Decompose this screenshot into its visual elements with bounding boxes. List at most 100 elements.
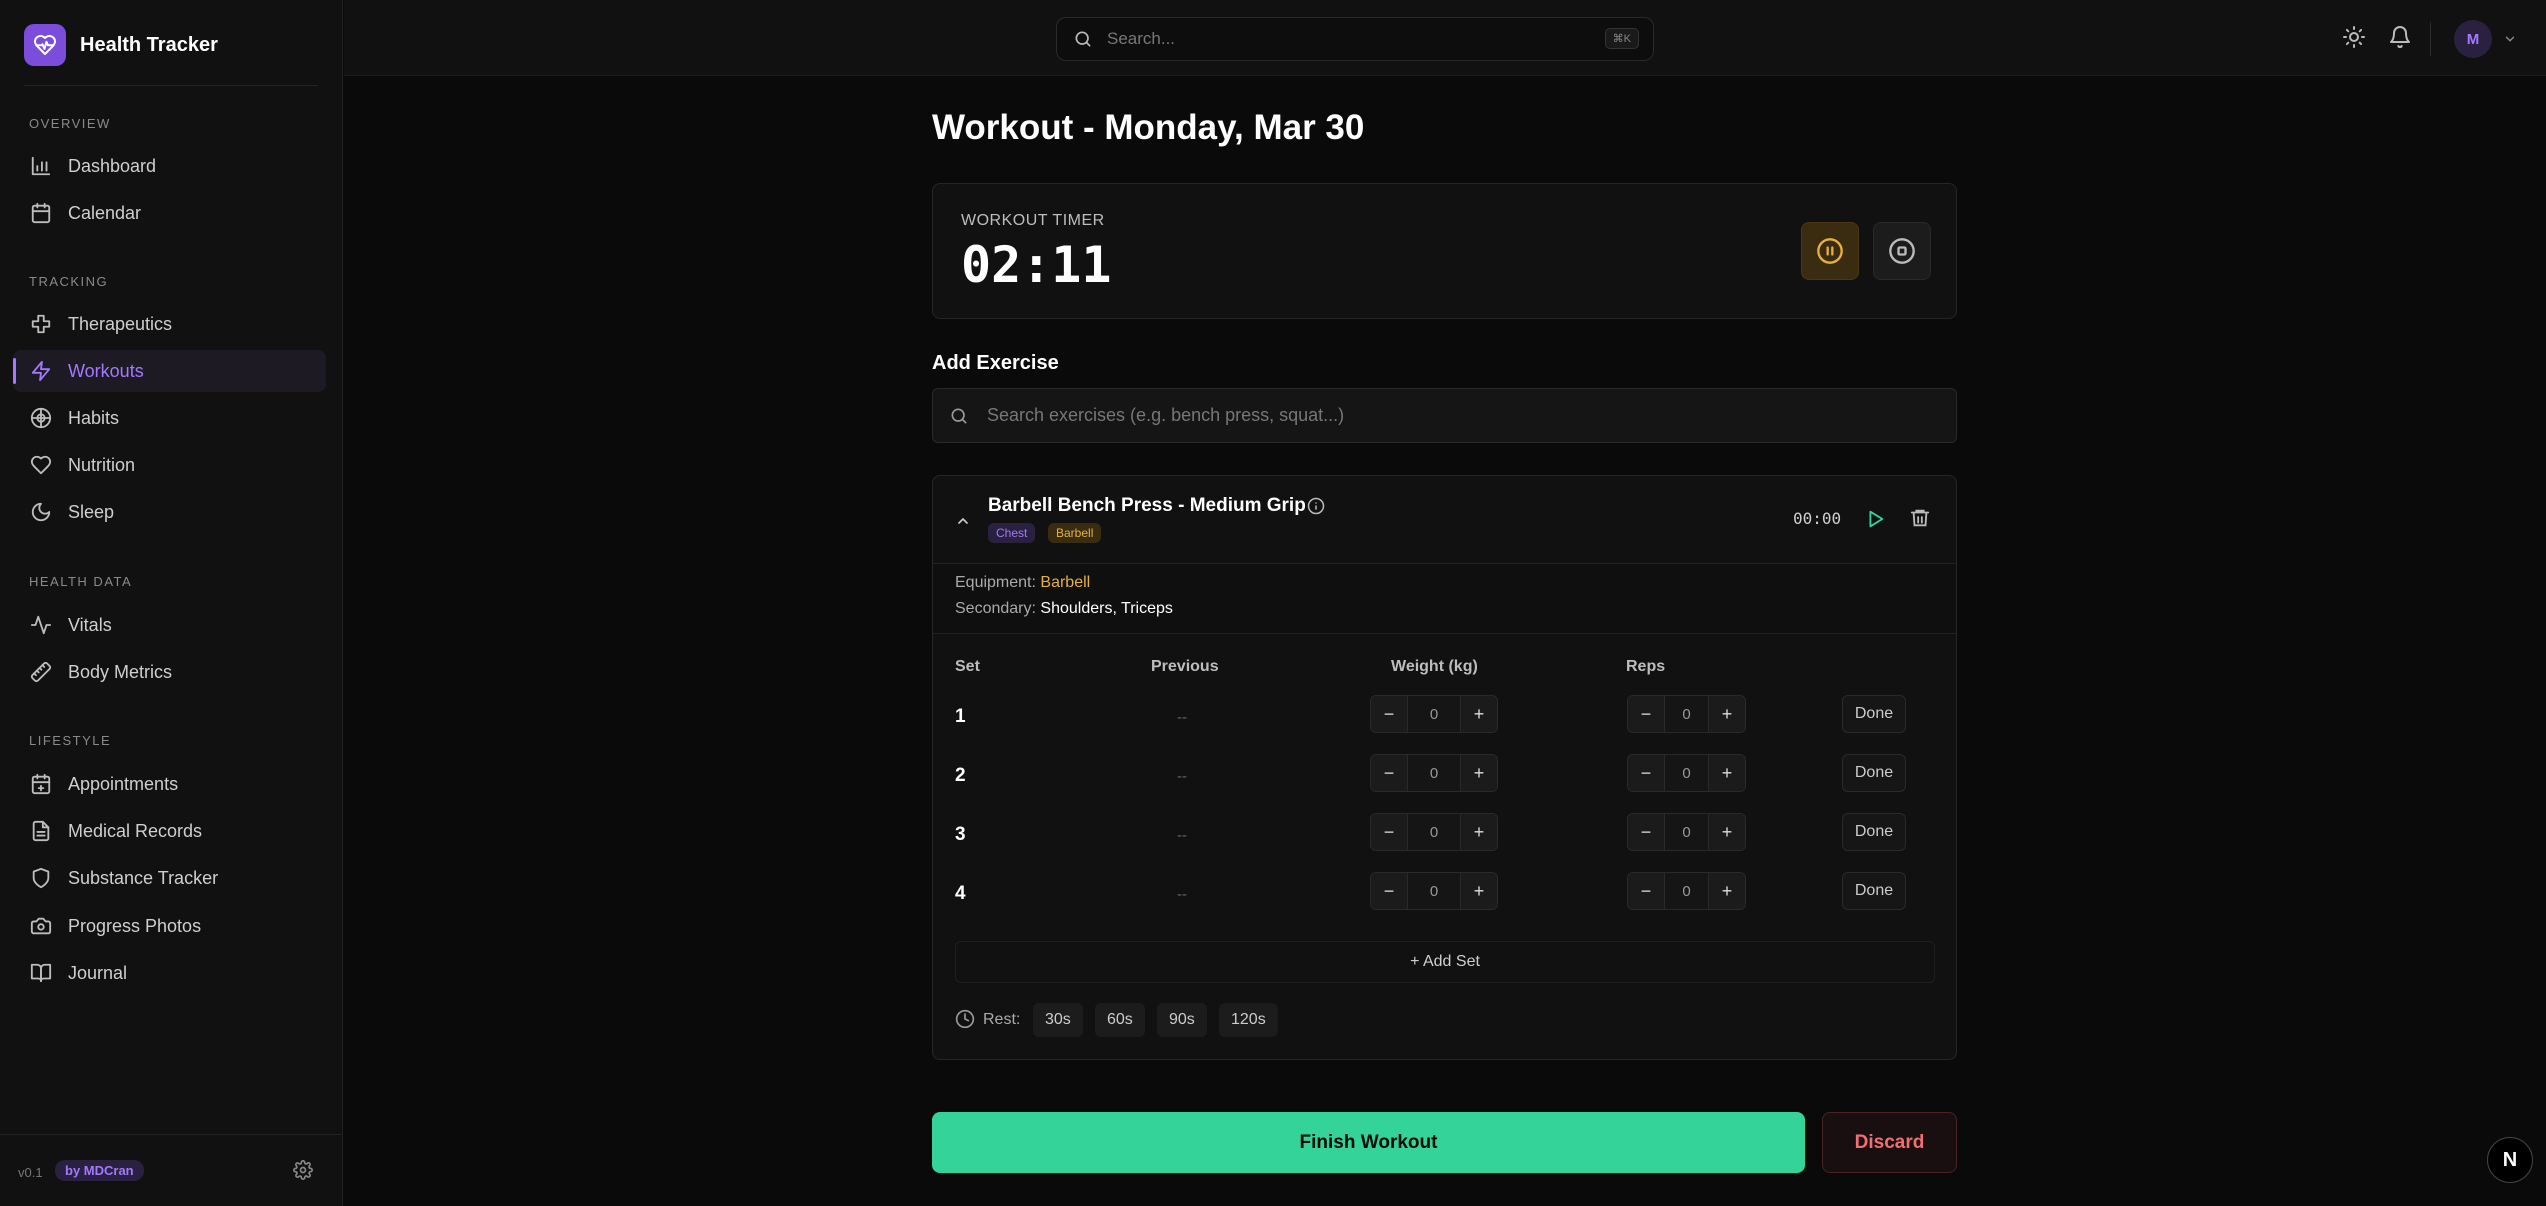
author-badge[interactable]: by MDCran — [55, 1160, 144, 1181]
sidebar-item-journal[interactable]: Journal — [13, 952, 326, 994]
previous-value: -- — [1177, 768, 1187, 785]
increment-button[interactable]: + — [1461, 755, 1497, 791]
exercise-name: Barbell Bench Press - Medium Grip — [988, 495, 1306, 516]
increment-button[interactable]: + — [1461, 814, 1497, 850]
bar-chart-icon — [31, 156, 51, 176]
sidebar-item-label: Sleep — [68, 501, 115, 522]
sidebar-item-label: Progress Photos — [68, 915, 202, 936]
search-placeholder: Search... — [1107, 29, 1176, 48]
sidebar-item-calendar[interactable]: Calendar — [13, 192, 326, 234]
weight-stepper: − 0 + — [1370, 695, 1498, 733]
timer-label: WORKOUT TIMER — [961, 212, 1105, 229]
notification-bell-icon[interactable] — [2388, 25, 2412, 54]
add-exercise-heading: Add Exercise — [932, 352, 1059, 374]
increment-button[interactable]: + — [1709, 696, 1745, 732]
reps-value[interactable]: 0 — [1664, 814, 1709, 850]
sidebar-item-dashboard[interactable]: Dashboard — [13, 145, 326, 187]
user-avatar[interactable]: M — [2454, 20, 2492, 58]
search-icon — [1075, 31, 1091, 47]
section-label-health-data: HEALTH DATA — [29, 574, 133, 589]
play-icon[interactable] — [1864, 508, 1886, 535]
theme-sun-icon[interactable] — [2342, 25, 2366, 54]
sidebar-item-label: Appointments — [68, 773, 179, 794]
page-title: Workout - Monday, Mar 30 — [932, 108, 1365, 147]
weight-value[interactable]: 0 — [1407, 696, 1461, 732]
increment-button[interactable]: + — [1709, 873, 1745, 909]
sidebar-item-progress-photos[interactable]: Progress Photos — [13, 905, 326, 947]
finish-workout-button[interactable]: Finish Workout — [932, 1112, 1805, 1173]
sidebar-item-therapeutics[interactable]: Therapeutics — [13, 303, 326, 345]
decrement-button[interactable]: − — [1628, 696, 1664, 732]
stop-timer-button[interactable] — [1873, 222, 1931, 280]
sidebar-item-body-metrics[interactable]: Body Metrics — [13, 651, 326, 693]
chevron-up-icon[interactable] — [955, 513, 971, 534]
file-icon — [32, 820, 50, 842]
reps-stepper: − 0 + — [1627, 813, 1746, 851]
decrement-button[interactable]: − — [1371, 696, 1407, 732]
exercise-search-placeholder: Search exercises (e.g. bench press, squa… — [987, 405, 1345, 425]
top-bar: Search... ⌘K M — [344, 0, 2546, 76]
sidebar-item-label: Body Metrics — [68, 661, 173, 682]
sidebar-item-vitals[interactable]: Vitals — [13, 604, 326, 646]
sidebar-item-label: Substance Tracker — [68, 867, 219, 888]
app-name: Health Tracker — [80, 33, 218, 56]
sidebar-item-habits[interactable]: Habits — [13, 397, 326, 439]
decrement-button[interactable]: − — [1628, 873, 1664, 909]
increment-button[interactable]: + — [1709, 814, 1745, 850]
weight-value[interactable]: 0 — [1407, 873, 1461, 909]
add-set-button[interactable]: + Add Set — [955, 941, 1935, 983]
target-icon — [30, 407, 52, 429]
exercise-header[interactable]: Barbell Bench Press - Medium Grip Chest … — [933, 476, 1956, 564]
done-button[interactable]: Done — [1842, 872, 1906, 910]
rest-120s-button[interactable]: 120s — [1219, 1003, 1278, 1037]
decrement-button[interactable]: − — [1371, 873, 1407, 909]
done-button[interactable]: Done — [1842, 695, 1906, 733]
discard-button[interactable]: Discard — [1822, 1112, 1957, 1173]
decrement-button[interactable]: − — [1628, 755, 1664, 791]
rest-30s-button[interactable]: 30s — [1033, 1003, 1083, 1037]
column-header-previous: Previous — [1151, 658, 1219, 675]
decrement-button[interactable]: − — [1371, 814, 1407, 850]
pause-icon — [1817, 238, 1843, 264]
rest-60s-button[interactable]: 60s — [1095, 1003, 1145, 1037]
done-button[interactable]: Done — [1842, 813, 1906, 851]
pause-timer-button[interactable] — [1801, 222, 1859, 280]
exercise-card: Barbell Bench Press - Medium Grip Chest … — [932, 475, 1957, 1060]
sidebar-item-nutrition[interactable]: Nutrition — [13, 444, 326, 486]
reps-value[interactable]: 0 — [1664, 873, 1709, 909]
sidebar-item-workouts[interactable]: Workouts — [13, 350, 326, 392]
set-number: 4 — [955, 883, 966, 904]
increment-button[interactable]: + — [1709, 755, 1745, 791]
sidebar-item-sleep[interactable]: Sleep — [13, 491, 326, 533]
section-label-overview: OVERVIEW — [29, 116, 111, 131]
sidebar-footer: v0.1 by MDCran — [0, 1134, 342, 1206]
dev-tools-badge[interactable]: N — [2487, 1137, 2533, 1183]
reps-value[interactable]: 0 — [1664, 755, 1709, 791]
info-icon[interactable] — [1307, 497, 1325, 520]
stop-icon — [1889, 238, 1915, 264]
trash-icon[interactable] — [1909, 507, 1931, 534]
sidebar-item-medical-records[interactable]: Medical Records — [13, 810, 326, 852]
sidebar-item-appointments[interactable]: Appointments — [13, 763, 326, 805]
reps-stepper: − 0 + — [1627, 754, 1746, 792]
done-button[interactable]: Done — [1842, 754, 1906, 792]
brand[interactable]: Health Tracker — [24, 24, 218, 66]
section-label-tracking: TRACKING — [29, 274, 109, 289]
exercise-search-input[interactable]: Search exercises (e.g. bench press, squa… — [932, 388, 1957, 443]
sidebar-item-label: Nutrition — [68, 454, 136, 475]
weight-value[interactable]: 0 — [1407, 755, 1461, 791]
column-header-weight: Weight (kg) — [1391, 658, 1478, 675]
reps-value[interactable]: 0 — [1664, 696, 1709, 732]
sidebar-item-label: Habits — [68, 407, 120, 428]
settings-gear-icon[interactable] — [293, 1160, 313, 1185]
chevron-down-icon[interactable] — [2503, 32, 2517, 51]
increment-button[interactable]: + — [1461, 696, 1497, 732]
weight-value[interactable]: 0 — [1407, 814, 1461, 850]
cross-icon — [31, 314, 51, 334]
decrement-button[interactable]: − — [1371, 755, 1407, 791]
decrement-button[interactable]: − — [1628, 814, 1664, 850]
sidebar-item-substance-tracker[interactable]: Substance Tracker — [13, 857, 326, 899]
global-search-input[interactable]: Search... ⌘K — [1056, 17, 1654, 61]
increment-button[interactable]: + — [1461, 873, 1497, 909]
rest-90s-button[interactable]: 90s — [1157, 1003, 1207, 1037]
